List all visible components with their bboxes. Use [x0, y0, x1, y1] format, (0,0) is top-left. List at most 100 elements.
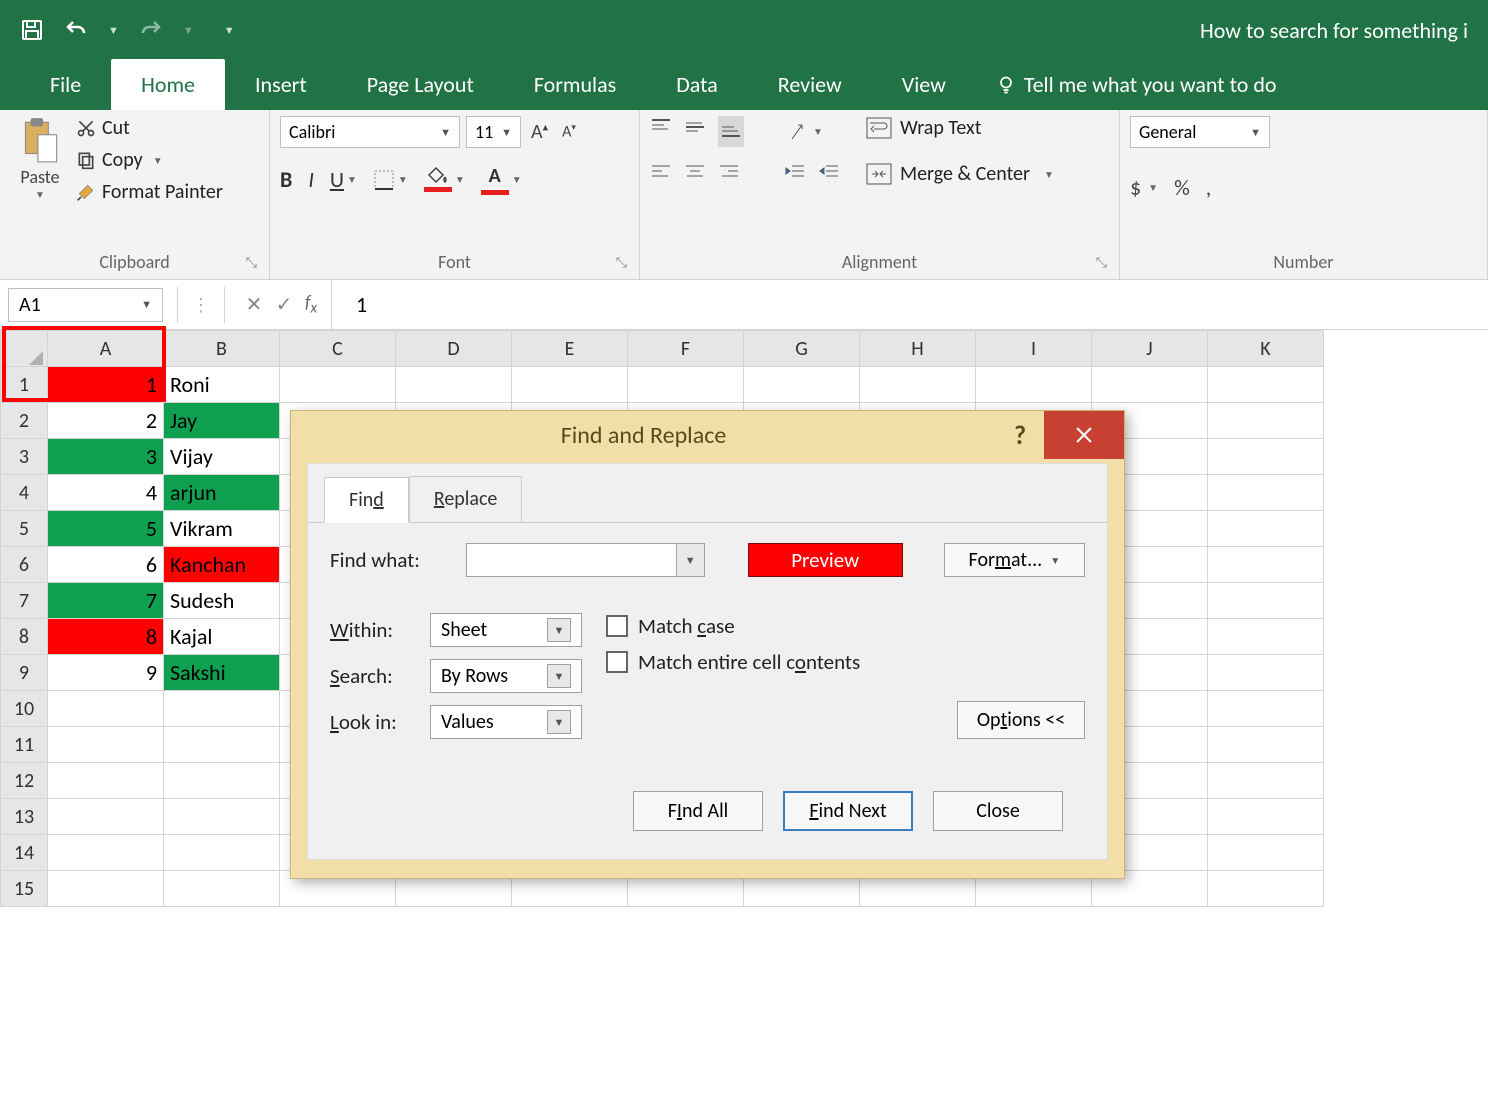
column-header[interactable]: D — [396, 331, 512, 367]
align-top-icon[interactable] — [650, 116, 672, 147]
tab-review[interactable]: Review — [748, 59, 872, 110]
tab-insert[interactable]: Insert — [225, 59, 337, 110]
cell[interactable] — [48, 835, 164, 871]
cell[interactable] — [1208, 583, 1324, 619]
cell[interactable] — [164, 799, 280, 835]
currency-button[interactable]: $ ▼ — [1130, 174, 1158, 201]
cell[interactable] — [164, 835, 280, 871]
copy-button[interactable]: Copy ▼ — [76, 148, 223, 172]
dialog-help-icon[interactable]: ? — [996, 419, 1044, 451]
undo-icon[interactable] — [64, 18, 88, 42]
column-header[interactable]: F — [628, 331, 744, 367]
close-button[interactable]: Close — [933, 791, 1063, 831]
align-bottom-icon[interactable] — [718, 116, 744, 147]
find-all-button[interactable]: FInd All — [633, 791, 763, 831]
wrap-text-button[interactable]: Wrap Text — [866, 116, 1054, 140]
cell[interactable] — [1208, 403, 1324, 439]
cell[interactable]: arjun — [164, 475, 280, 511]
increase-indent-icon[interactable] — [818, 161, 840, 188]
row-header[interactable]: 5 — [1, 511, 48, 547]
cell[interactable]: 4 — [48, 475, 164, 511]
cell[interactable]: Vikram — [164, 511, 280, 547]
cell[interactable] — [1208, 511, 1324, 547]
lookin-combo[interactable]: Values▼ — [430, 705, 582, 739]
row-header[interactable]: 4 — [1, 475, 48, 511]
row-header[interactable]: 3 — [1, 439, 48, 475]
dialog-close-button[interactable] — [1044, 411, 1124, 459]
match-case-checkbox[interactable]: Match case — [606, 613, 860, 639]
row-header[interactable]: 10 — [1, 691, 48, 727]
merge-center-button[interactable]: Merge & Center ▼ — [866, 162, 1054, 186]
redo-dropdown-icon[interactable]: ▼ — [183, 24, 194, 37]
within-combo[interactable]: Sheet▼ — [430, 613, 582, 647]
increase-font-icon[interactable]: A▴ — [527, 120, 552, 144]
cell[interactable] — [1208, 763, 1324, 799]
undo-dropdown-icon[interactable]: ▼ — [108, 24, 119, 37]
cell[interactable]: 5 — [48, 511, 164, 547]
cell[interactable] — [628, 367, 744, 403]
row-header[interactable]: 6 — [1, 547, 48, 583]
formula-expand-icon[interactable]: ⋮ — [192, 294, 210, 316]
cell[interactable] — [1208, 475, 1324, 511]
cell[interactable]: Roni — [164, 367, 280, 403]
font-color-button[interactable]: A ▼ — [481, 164, 522, 195]
cell[interactable] — [164, 691, 280, 727]
font-name-combo[interactable]: Calibri▼ — [280, 116, 460, 148]
cell[interactable]: 7 — [48, 583, 164, 619]
name-box[interactable]: A1▼ — [8, 288, 163, 322]
cell[interactable] — [48, 727, 164, 763]
align-middle-icon[interactable] — [684, 116, 706, 147]
percent-button[interactable]: % — [1174, 174, 1190, 201]
paste-button[interactable]: Paste ▼ — [10, 116, 70, 247]
font-dialog-launcher-icon[interactable]: ⤡ — [616, 254, 627, 271]
find-what-input[interactable]: ▼ — [466, 543, 705, 577]
cell[interactable]: 8 — [48, 619, 164, 655]
alignment-dialog-launcher-icon[interactable]: ⤡ — [1096, 254, 1107, 271]
cell[interactable] — [164, 763, 280, 799]
cell[interactable] — [1208, 727, 1324, 763]
comma-button[interactable]: , — [1206, 174, 1212, 201]
fx-icon[interactable]: fx — [299, 291, 323, 318]
format-button[interactable]: Format...▼ — [944, 543, 1085, 577]
cell[interactable] — [1208, 439, 1324, 475]
tell-me[interactable]: Tell me what you want to do — [976, 59, 1297, 110]
cell[interactable]: 9 — [48, 655, 164, 691]
cell[interactable] — [48, 799, 164, 835]
cell[interactable] — [1208, 799, 1324, 835]
search-combo[interactable]: By Rows▼ — [430, 659, 582, 693]
column-header[interactable]: I — [976, 331, 1092, 367]
redo-icon[interactable] — [139, 18, 163, 42]
tab-page-layout[interactable]: Page Layout — [337, 59, 504, 110]
decrease-indent-icon[interactable] — [784, 161, 806, 188]
cell[interactable] — [396, 367, 512, 403]
row-header[interactable]: 7 — [1, 583, 48, 619]
tab-home[interactable]: Home — [111, 59, 225, 110]
dialog-tab-replace[interactable]: Replace — [409, 476, 523, 522]
cell[interactable]: 3 — [48, 439, 164, 475]
cell[interactable] — [1208, 547, 1324, 583]
column-header[interactable]: E — [512, 331, 628, 367]
fill-color-button[interactable]: ▼ — [424, 167, 465, 192]
formula-input[interactable]: 1 — [340, 291, 1488, 318]
row-header[interactable]: 12 — [1, 763, 48, 799]
cell[interactable] — [48, 691, 164, 727]
cell[interactable]: Kanchan — [164, 547, 280, 583]
cut-button[interactable]: Cut — [76, 116, 223, 140]
cell[interactable] — [48, 763, 164, 799]
cell[interactable] — [512, 367, 628, 403]
italic-button[interactable]: I — [308, 166, 314, 193]
save-icon[interactable] — [20, 18, 44, 42]
row-header[interactable]: 15 — [1, 871, 48, 907]
row-header[interactable]: 13 — [1, 799, 48, 835]
clipboard-dialog-launcher-icon[interactable]: ⤡ — [246, 254, 257, 271]
decrease-font-icon[interactable]: A▾ — [558, 122, 580, 141]
cell[interactable]: 2 — [48, 403, 164, 439]
options-toggle-button[interactable]: Options << — [957, 701, 1085, 739]
cell[interactable] — [1208, 691, 1324, 727]
match-entire-checkbox[interactable]: Match entire cell contents — [606, 649, 860, 675]
qat-customize-icon[interactable]: ▼ — [224, 24, 235, 37]
dialog-tab-find[interactable]: Find — [324, 477, 409, 523]
cell[interactable] — [1208, 871, 1324, 907]
cell[interactable] — [48, 871, 164, 907]
row-header[interactable]: 9 — [1, 655, 48, 691]
